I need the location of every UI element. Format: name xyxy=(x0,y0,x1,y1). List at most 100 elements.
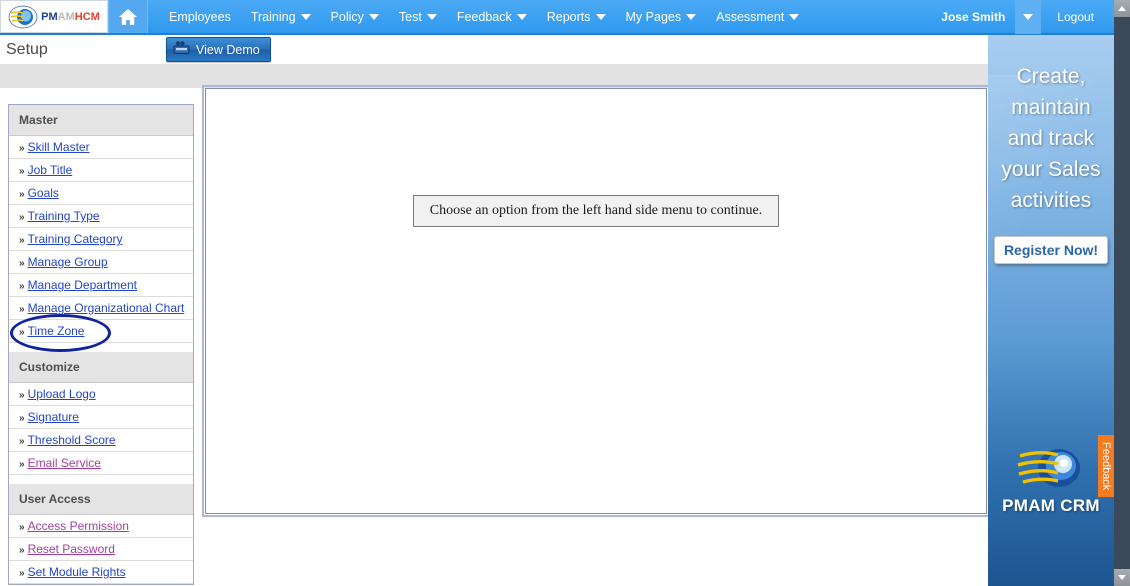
pmam-crm-logo-icon xyxy=(1014,444,1088,492)
window-scrollbar[interactable] xyxy=(1114,0,1130,586)
sidebar-group-title: Customize xyxy=(9,352,193,383)
sidebar-item-upload-logo[interactable]: » Upload Logo xyxy=(9,383,193,406)
home-button[interactable] xyxy=(108,0,148,33)
nav-item-training[interactable]: Training xyxy=(242,6,320,28)
bullet-icon: » xyxy=(19,189,25,200)
bullet-icon: » xyxy=(19,327,25,338)
sidebar-item-label: Reset Password xyxy=(27,542,115,556)
sidebar-item-manage-group[interactable]: » Manage Group xyxy=(9,251,193,274)
chevron-up-icon xyxy=(1118,6,1126,11)
sidebar-item-label: Access Permission xyxy=(27,519,129,533)
sidebar-item-access-permission[interactable]: » Access Permission xyxy=(9,515,193,538)
sidebar-item-threshold-score[interactable]: » Threshold Score xyxy=(9,429,193,452)
nav-label: My Pages xyxy=(625,9,682,24)
promo-brand: PMAM CRM xyxy=(988,444,1114,516)
view-demo-button[interactable]: View Demo xyxy=(166,37,271,62)
feedback-tab[interactable]: Feedback xyxy=(1098,435,1114,497)
sidebar-item-time-zone[interactable]: » Time Zone xyxy=(9,320,193,343)
bullet-icon: » xyxy=(19,212,25,223)
nav-label: Reports xyxy=(546,9,591,24)
promo-brand-label: PMAM CRM xyxy=(1002,496,1100,515)
nav-item-employees[interactable]: Employees xyxy=(160,6,240,28)
sidebar-item-skill-master[interactable]: » Skill Master xyxy=(9,136,193,159)
nav-label: Employees xyxy=(169,9,231,24)
sidebar-group-title: User Access xyxy=(9,484,193,515)
home-icon xyxy=(119,8,137,25)
top-navigation-bar: PMAMHCM Employees Training Policy Test F… xyxy=(0,0,1114,35)
sidebar-item-label: Time Zone xyxy=(27,324,85,338)
bullet-icon: » xyxy=(19,522,25,533)
scroll-down-button[interactable] xyxy=(1114,569,1130,586)
sidebar-item-label: Job Title xyxy=(27,163,73,177)
nav-label: Feedback xyxy=(456,9,512,24)
sidebar-item-manage-department[interactable]: » Manage Department xyxy=(9,274,193,297)
sidebar-item-manage-organizational-chart[interactable]: » Manage Organizational Chart xyxy=(9,297,193,320)
sidebar-item-goals[interactable]: » Goals xyxy=(9,182,193,205)
sidebar-item-label: Upload Logo xyxy=(27,387,96,401)
sidebar-item-signature[interactable]: » Signature xyxy=(9,406,193,429)
nav-item-feedback[interactable]: Feedback xyxy=(448,6,536,28)
main-content-panel: Choose an option from the left hand side… xyxy=(202,85,990,517)
sidebar-item-label: Threshold Score xyxy=(27,433,116,447)
username-label: Jose Smith xyxy=(941,9,1006,24)
bullet-icon: » xyxy=(19,568,25,579)
sidebar-item-training-category[interactable]: » Training Category xyxy=(9,228,193,251)
logo-text-hcm: HCM xyxy=(74,10,100,23)
chevron-down-icon xyxy=(426,13,437,20)
nav-label: Policy xyxy=(330,9,364,24)
nav-label: Assessment xyxy=(716,9,785,24)
chevron-down-icon xyxy=(1118,575,1126,580)
setup-sidebar: Master » Skill Master » Job Title » Goal… xyxy=(8,104,194,585)
video-camera-icon xyxy=(173,41,190,58)
scroll-up-button[interactable] xyxy=(1114,0,1130,17)
pmam-swirl-icon xyxy=(8,5,38,29)
bullet-icon: » xyxy=(19,281,25,292)
bullet-icon: » xyxy=(19,459,25,470)
nav-menu-list: Employees Training Policy Test Feedback … xyxy=(148,0,931,33)
sidebar-item-label: Skill Master xyxy=(27,140,90,154)
sidebar-item-label: Set Module Rights xyxy=(27,565,126,579)
nav-item-test[interactable]: Test xyxy=(390,6,446,28)
sidebar-item-label: Signature xyxy=(27,410,79,424)
chevron-down-icon xyxy=(789,13,800,20)
sidebar-group-customize: Customize » Upload Logo » Signature » Th… xyxy=(9,352,193,475)
bullet-icon: » xyxy=(19,258,25,269)
nav-item-reports[interactable]: Reports xyxy=(538,6,615,28)
sidebar-divider xyxy=(9,475,193,484)
sidebar-item-training-type[interactable]: » Training Type xyxy=(9,205,193,228)
nav-item-assessment[interactable]: Assessment xyxy=(707,6,808,28)
view-demo-label: View Demo xyxy=(196,42,260,57)
user-area: Jose Smith Logout xyxy=(931,0,1114,34)
sidebar-group-user-access: User Access » Access Permission » Reset … xyxy=(9,484,193,584)
sidebar-item-job-title[interactable]: » Job Title xyxy=(9,159,193,182)
logout-button[interactable]: Logout xyxy=(1041,10,1108,24)
sidebar-group-title: Master xyxy=(9,105,193,136)
sidebar-item-reset-password[interactable]: » Reset Password xyxy=(9,538,193,561)
promo-headline: Create, maintain and track your Sales ac… xyxy=(1001,65,1101,212)
promo-sidebar: Create, maintain and track your Sales ac… xyxy=(988,35,1114,586)
register-now-button[interactable]: Register Now! xyxy=(993,236,1109,264)
page-header: Setup View Demo xyxy=(0,35,988,64)
bullet-icon: » xyxy=(19,143,25,154)
sidebar-item-label: Manage Group xyxy=(27,255,108,269)
bullet-icon: » xyxy=(19,413,25,424)
chevron-down-icon xyxy=(516,13,527,20)
sidebar-item-label: Email Service xyxy=(27,456,101,470)
user-menu-button[interactable] xyxy=(1015,0,1042,34)
sidebar-item-email-service[interactable]: » Email Service xyxy=(9,452,193,475)
bullet-icon: » xyxy=(19,166,25,177)
chevron-down-icon xyxy=(300,13,311,20)
bullet-icon: » xyxy=(19,390,25,401)
logo-text-pm: PM xyxy=(41,10,58,23)
nav-label: Test xyxy=(398,9,422,24)
logo-text-am: AM xyxy=(57,10,75,23)
chevron-down-icon xyxy=(1023,13,1034,20)
sidebar-item-set-module-rights[interactable]: » Set Module Rights xyxy=(9,561,193,584)
sidebar-divider xyxy=(9,343,193,352)
nav-item-policy[interactable]: Policy xyxy=(322,6,388,28)
sidebar-item-label: Manage Organizational Chart xyxy=(27,301,185,315)
nav-item-my-pages[interactable]: My Pages xyxy=(617,6,706,28)
bullet-icon: » xyxy=(19,436,25,447)
app-logo[interactable]: PMAMHCM xyxy=(0,0,108,33)
chevron-down-icon xyxy=(368,13,379,20)
